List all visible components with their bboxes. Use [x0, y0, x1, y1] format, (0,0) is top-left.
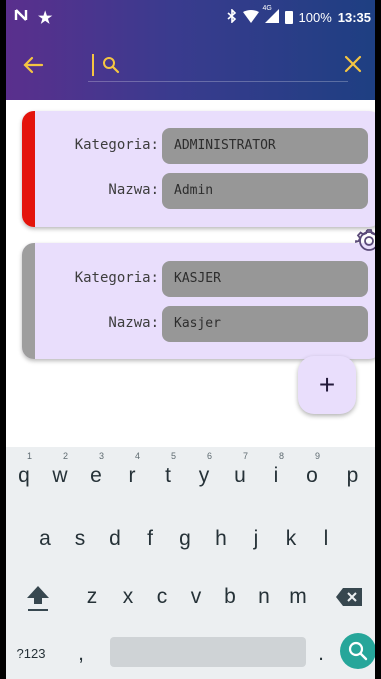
key-i[interactable]: i8	[258, 451, 294, 499]
field-label: Nazwa:	[108, 182, 159, 198]
key-d[interactable]: d	[96, 516, 134, 562]
field-row: Kategoria: KASJER	[22, 261, 375, 297]
key-k[interactable]: k	[272, 516, 310, 562]
key-s[interactable]: s	[61, 516, 99, 562]
key-q[interactable]: q1	[6, 451, 42, 499]
key-j[interactable]: j	[237, 516, 275, 562]
category-value: KASJER	[162, 261, 368, 297]
key-w[interactable]: w2	[42, 451, 78, 499]
network-type: 4G	[262, 5, 272, 12]
key-l[interactable]: l	[307, 516, 345, 562]
key-o[interactable]: o9	[294, 451, 330, 499]
key-z[interactable]: z	[74, 574, 110, 620]
soft-keyboard: q1 w2 e3 r4 t5 y6 u7 i8 o9 p a s d f g h…	[6, 447, 375, 679]
keyboard-row-4: ?123 , .	[6, 631, 375, 677]
key-p[interactable]: p	[330, 453, 375, 499]
record-card[interactable]: Kategoria: KASJER Nazwa: Kasjer	[22, 243, 375, 359]
battery-icon	[284, 11, 293, 24]
key-h[interactable]: h	[202, 516, 240, 562]
key-a[interactable]: a	[26, 516, 64, 562]
status-bar: ★ 4G 100% 13:35	[6, 0, 375, 34]
category-value: ADMINISTRATOR	[162, 128, 368, 164]
shift-icon[interactable]	[14, 574, 62, 620]
name-value: Kasjer	[162, 306, 368, 342]
wifi-icon	[242, 9, 259, 26]
star-icon: ★	[38, 10, 53, 27]
key-u[interactable]: u7	[222, 451, 258, 499]
key-b[interactable]: b	[212, 574, 248, 620]
name-value: Admin	[162, 173, 368, 209]
comma-key[interactable]: ,	[66, 631, 96, 677]
key-f[interactable]: f	[131, 516, 169, 562]
text-cursor	[92, 54, 94, 76]
key-x[interactable]: x	[110, 574, 146, 620]
battery-percent: 100%	[298, 10, 332, 25]
keyboard-row-1: q1 w2 e3 r4 t5 y6 u7 i8 o9 p	[6, 451, 375, 499]
key-g[interactable]: g	[166, 516, 204, 562]
phone-screen: ★ 4G 100% 13:35 Kategoria: ADMINISTRATOR…	[0, 0, 381, 679]
search-icon	[102, 56, 120, 74]
key-t[interactable]: t5	[150, 451, 186, 499]
field-row: Kategoria: ADMINISTRATOR	[22, 128, 375, 164]
key-m[interactable]: m	[280, 574, 316, 620]
signal-icon: 4G	[263, 5, 279, 26]
nfc-icon	[14, 8, 28, 28]
keyboard-row-2: a s d f g h j k l	[6, 516, 375, 562]
keyboard-search-button[interactable]	[340, 633, 375, 669]
search-app-bar	[6, 34, 375, 100]
field-label: Kategoria:	[74, 270, 159, 286]
keyboard-row-3: z x c v b n m	[6, 574, 375, 620]
key-c[interactable]: c	[144, 574, 180, 620]
add-button[interactable]: +	[298, 356, 356, 414]
field-row: Nazwa: Kasjer	[22, 306, 375, 342]
key-e[interactable]: e3	[78, 451, 114, 499]
key-y[interactable]: y6	[186, 451, 222, 499]
gear-icon[interactable]	[355, 227, 375, 255]
field-row: Nazwa: Admin	[22, 173, 375, 209]
field-label: Nazwa:	[108, 315, 159, 331]
clock: 13:35	[337, 10, 371, 25]
backspace-icon[interactable]	[324, 574, 374, 620]
bluetooth-icon	[226, 8, 237, 26]
key-v[interactable]: v	[178, 574, 214, 620]
period-key[interactable]: .	[306, 631, 336, 677]
search-input[interactable]	[88, 48, 348, 82]
space-bar[interactable]	[110, 637, 306, 667]
field-label: Kategoria:	[74, 137, 159, 153]
symbols-key[interactable]: ?123	[6, 631, 56, 677]
back-arrow-icon[interactable]	[18, 50, 48, 80]
record-card[interactable]: Kategoria: ADMINISTRATOR Nazwa: Admin	[22, 111, 375, 227]
key-r[interactable]: r4	[114, 451, 150, 499]
top-bar: ★ 4G 100% 13:35	[6, 0, 375, 100]
key-n[interactable]: n	[246, 574, 282, 620]
close-icon[interactable]	[341, 52, 365, 76]
